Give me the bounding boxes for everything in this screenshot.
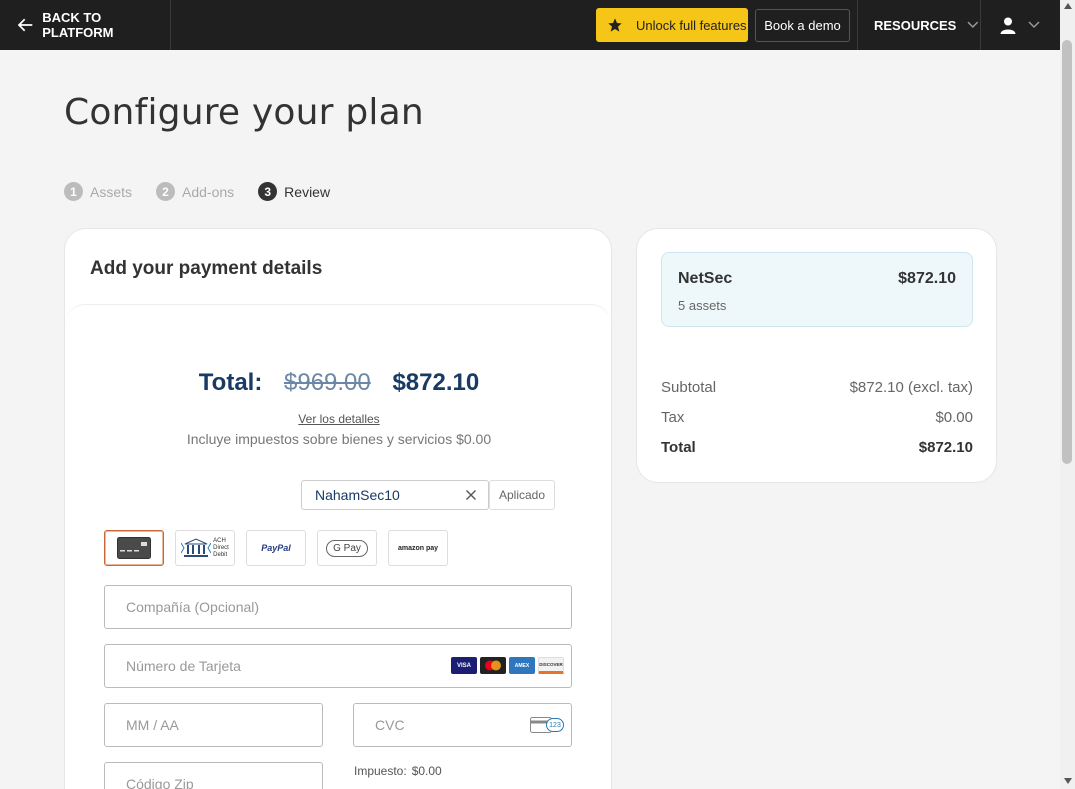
- payment-details-card: Add your payment details Total: $969.00 …: [64, 228, 612, 789]
- book-demo-button[interactable]: Book a demo: [755, 9, 850, 42]
- step-add-ons[interactable]: 2 Add-ons: [156, 182, 234, 201]
- page-scrollbar[interactable]: [1060, 0, 1075, 789]
- coupon-applied-status: Aplicado: [489, 480, 555, 510]
- cvc-card-icon: 123: [530, 717, 564, 733]
- mastercard-icon: [480, 657, 506, 674]
- tax-value: $0.00: [935, 409, 973, 426]
- card-payment-method[interactable]: [104, 530, 164, 566]
- chevron-down-icon: [967, 21, 979, 28]
- section-divider: [65, 304, 611, 324]
- total-label: Total:: [198, 369, 263, 396]
- expiry-field[interactable]: [104, 703, 323, 747]
- user-icon: [1000, 17, 1016, 34]
- scroll-down-arrow-icon[interactable]: [1064, 778, 1072, 784]
- total-label: Total: [661, 439, 696, 456]
- resources-label: RESOURCES: [874, 17, 957, 33]
- google-pay-payment-method[interactable]: G Pay: [317, 530, 377, 566]
- tax-included-note: Incluye impuestos sobre bienes y servici…: [186, 431, 492, 447]
- discover-icon: DISCOVER: [538, 657, 564, 674]
- amex-icon: AMEX: [509, 657, 535, 674]
- step-label: Assets: [90, 183, 133, 200]
- scroll-up-arrow-icon[interactable]: [1064, 3, 1072, 9]
- tax-row: Tax $0.00: [661, 409, 973, 426]
- checkout-steps: 1 Assets 2 Add-ons 3 Review: [64, 182, 354, 201]
- paypal-payment-method[interactable]: PayPal: [246, 530, 306, 566]
- top-navigation-bar: BACK TO PLATFORM Unlock full features Bo…: [0, 0, 1075, 50]
- order-summary-card: NetSec $872.10 5 assets Subtotal $872.10…: [636, 228, 997, 483]
- step-assets[interactable]: 1 Assets: [64, 182, 132, 201]
- coupon-input[interactable]: NahamSec10: [301, 480, 489, 510]
- ach-label: ACH Direct Debit: [213, 538, 229, 559]
- product-name: NetSec: [678, 270, 733, 287]
- subtotal-value: $872.10 (excl. tax): [849, 379, 973, 396]
- cvc-input[interactable]: [375, 717, 513, 733]
- step-label: Review: [284, 183, 331, 200]
- total-value: $872.10: [918, 439, 973, 456]
- step-number: 2: [156, 182, 176, 201]
- ach-label-line: Direct: [213, 544, 229, 551]
- back-to-platform-link[interactable]: BACK TO PLATFORM: [0, 0, 171, 50]
- resources-menu[interactable]: RESOURCES: [858, 0, 979, 50]
- tax-line: Impuesto: $0.00: [354, 764, 442, 778]
- view-details-link[interactable]: Ver los detalles: [65, 412, 613, 426]
- payment-section-title: Add your payment details: [90, 258, 323, 279]
- step-label: Add-ons: [182, 183, 235, 200]
- clear-coupon-icon[interactable]: [463, 487, 479, 503]
- tax-label: Tax: [661, 409, 685, 426]
- arrow-left-icon: [18, 18, 33, 32]
- cvc-field[interactable]: 123: [353, 703, 572, 747]
- tax-amount: $0.00: [411, 764, 442, 778]
- subtotal-label: Subtotal: [661, 379, 717, 396]
- discounted-price: $872.10: [392, 369, 480, 396]
- tax-label: Impuesto:: [354, 764, 407, 778]
- amazon-pay-logo: amazon pay: [397, 544, 439, 552]
- step-review[interactable]: 3 Review: [258, 182, 330, 201]
- cvc-badge: 123: [546, 718, 564, 732]
- star-icon: [608, 18, 622, 32]
- product-assets: 5 assets: [678, 298, 727, 313]
- paypal-logo: PayPal: [261, 543, 291, 553]
- back-label: BACK TO PLATFORM: [42, 10, 114, 40]
- card-number-field[interactable]: VISA AMEX DISCOVER: [104, 644, 572, 688]
- chevron-down-icon: [1028, 21, 1040, 29]
- subtotal-row: Subtotal $872.10 (excl. tax): [661, 379, 973, 396]
- product-item: NetSec $872.10 5 assets: [661, 252, 973, 327]
- scrollbar-thumb[interactable]: [1062, 40, 1072, 464]
- ach-label-line: ACH: [213, 537, 226, 544]
- company-field[interactable]: [104, 585, 572, 629]
- page-title: Configure your plan: [64, 92, 424, 133]
- step-number: 1: [64, 182, 83, 201]
- coupon-value: NahamSec10: [315, 487, 400, 503]
- company-input[interactable]: [126, 599, 438, 615]
- visa-icon: VISA: [451, 657, 477, 674]
- total-row: Total $872.10: [661, 439, 973, 456]
- zip-field[interactable]: [104, 762, 323, 789]
- bank-icon: [181, 538, 212, 557]
- amazon-pay-payment-method[interactable]: amazon pay: [388, 530, 448, 566]
- ach-payment-method[interactable]: ACH Direct Debit: [175, 530, 235, 566]
- original-price: $969.00: [284, 369, 371, 396]
- product-price: $872.10: [898, 270, 956, 287]
- user-menu[interactable]: [980, 0, 1060, 50]
- credit-card-icon: [117, 537, 151, 559]
- total-price: Total: $969.00 $872.10: [65, 369, 613, 397]
- ach-label-line: Debit: [213, 551, 228, 558]
- card-number-input[interactable]: [126, 658, 438, 674]
- unlock-features-button[interactable]: Unlock full features: [596, 8, 748, 42]
- unlock-label: Unlock full features: [636, 17, 747, 33]
- step-number: 3: [258, 182, 278, 201]
- google-pay-logo: G Pay: [326, 539, 368, 557]
- zip-input[interactable]: [126, 776, 264, 789]
- card-brand-logos: VISA AMEX DISCOVER: [448, 657, 564, 674]
- expiry-input[interactable]: [126, 717, 264, 733]
